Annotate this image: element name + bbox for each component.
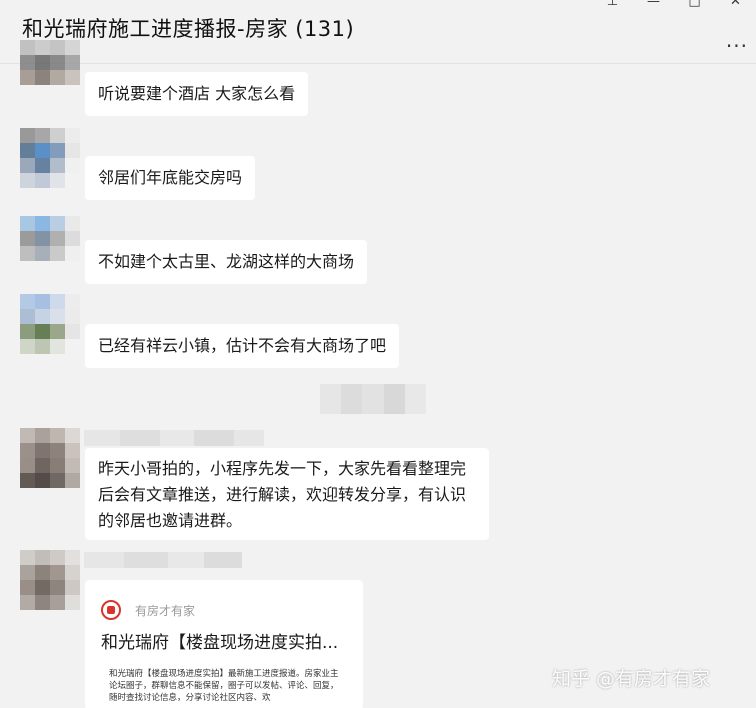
avatar[interactable] bbox=[20, 428, 80, 488]
avatar[interactable] bbox=[20, 550, 80, 610]
minimize-icon[interactable]: — bbox=[633, 0, 674, 10]
card-source: 有房才有家 bbox=[101, 600, 195, 620]
more-options-button[interactable]: ... bbox=[726, 28, 748, 52]
sender-nickname-placeholder bbox=[84, 552, 242, 568]
card-source-name: 有房才有家 bbox=[135, 603, 196, 618]
maximize-icon[interactable]: □ bbox=[674, 0, 715, 10]
pin-icon[interactable]: ⊥ bbox=[592, 0, 633, 10]
card-preview-text: 和光瑞府【楼盘现场进度实拍】最新施工进度报道。房家业主论坛圈子，群聊信息不能保留… bbox=[109, 669, 339, 703]
watermark: 知乎 @有房才有家 bbox=[552, 668, 711, 690]
timestamp-placeholder bbox=[320, 384, 427, 414]
avatar[interactable] bbox=[20, 216, 80, 276]
close-icon[interactable]: ✕ bbox=[715, 0, 756, 10]
message-bubble[interactable]: 不如建个太古里、龙湖这样的大商场 bbox=[85, 240, 368, 284]
avatar[interactable] bbox=[20, 40, 80, 100]
avatar[interactable] bbox=[20, 128, 80, 188]
mini-program-card[interactable]: 有房才有家 和光瑞府【楼盘现场进度实拍... 和光瑞府【楼盘现场进度实拍】最新施… bbox=[85, 580, 363, 708]
sender-nickname-placeholder bbox=[84, 430, 264, 446]
chat-title: 和光瑞府施工进度播报-房家 (131) bbox=[22, 17, 355, 41]
app-logo-icon bbox=[101, 600, 121, 620]
message-bubble[interactable]: 已经有祥云小镇，估计不会有大商场了吧 bbox=[85, 324, 400, 368]
window-controls: ⊥ — □ ✕ bbox=[592, 0, 756, 10]
message-bubble[interactable]: 邻居们年底能交房吗 bbox=[85, 156, 256, 200]
message-bubble[interactable]: 昨天小哥拍的，小程序先发一下，大家先看看整理完后会有文章推送，进行解读，欢迎转发… bbox=[85, 448, 489, 540]
card-title: 和光瑞府【楼盘现场进度实拍... bbox=[101, 633, 339, 653]
message-bubble[interactable]: 听说要建个酒店 大家怎么看 bbox=[85, 72, 309, 116]
chat-header: 和光瑞府施工进度播报-房家 (131) ⊥ — □ ✕ ... bbox=[0, 0, 756, 64]
avatar[interactable] bbox=[20, 294, 80, 354]
